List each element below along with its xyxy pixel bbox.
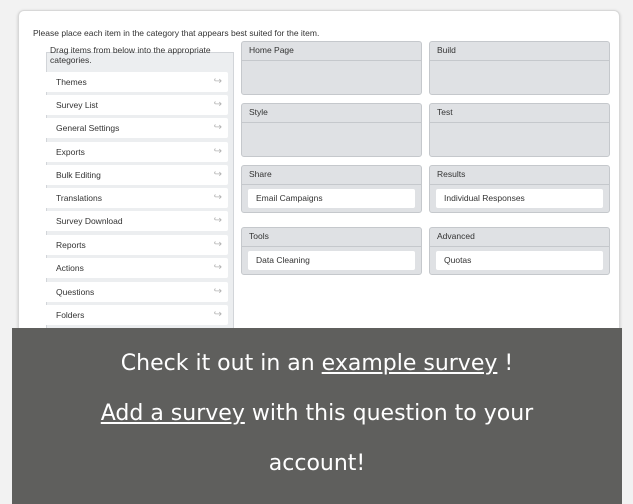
- bucket-title: Advanced: [430, 228, 609, 247]
- source-item-label: General Settings: [56, 123, 120, 133]
- move-arrow-icon: ↪: [213, 169, 222, 180]
- source-item-label: Themes: [56, 77, 87, 87]
- source-item-label: Folders: [56, 310, 85, 320]
- bucket-test[interactable]: Test: [429, 103, 610, 157]
- promo-text: Check it out in an: [120, 351, 322, 376]
- source-item-label: Exports: [56, 147, 85, 157]
- move-arrow-icon: ↪: [213, 286, 222, 297]
- promo-line-2: Add a survey with this question to your: [12, 401, 622, 426]
- bucket-item-individual-responses[interactable]: Individual Responses: [436, 189, 603, 208]
- bucket-item-email-campaigns[interactable]: Email Campaigns: [248, 189, 415, 208]
- bucket-item-quotas[interactable]: Quotas: [436, 251, 603, 270]
- promo-line-1: Check it out in an example survey !: [12, 351, 622, 376]
- bucket-home-page[interactable]: Home Page: [241, 41, 422, 95]
- source-item-actions[interactable]: Actions ↪: [44, 258, 228, 278]
- source-item-translations[interactable]: Translations ↪: [44, 188, 228, 208]
- bucket-title: Style: [242, 104, 421, 123]
- source-item-questions[interactable]: Questions ↪: [44, 282, 228, 302]
- source-item-survey-download[interactable]: Survey Download ↪: [44, 211, 228, 231]
- bucket-share[interactable]: Share Email Campaigns: [241, 165, 422, 213]
- promo-overlay: Check it out in an example survey ! Add …: [12, 328, 622, 504]
- promo-text: with this question to your: [244, 401, 534, 426]
- question-instruction: Please place each item in the category t…: [33, 28, 320, 38]
- source-item-label: Survey List: [56, 100, 99, 110]
- source-panel-header: Drag items from below into the appropria…: [50, 45, 211, 65]
- move-arrow-icon: ↪: [213, 215, 222, 226]
- bucket-title: Test: [430, 104, 609, 123]
- move-arrow-icon: ↪: [213, 192, 222, 203]
- bucket-item-data-cleaning[interactable]: Data Cleaning: [248, 251, 415, 270]
- move-arrow-icon: ↪: [213, 239, 222, 250]
- bucket-title: Share: [242, 166, 421, 185]
- source-item-exports[interactable]: Exports ↪: [44, 142, 228, 162]
- source-item-survey-list[interactable]: Survey List ↪: [44, 95, 228, 115]
- move-arrow-icon: ↪: [213, 99, 222, 110]
- source-item-bulk-editing[interactable]: Bulk Editing ↪: [44, 165, 228, 185]
- source-item-label: Reports: [56, 240, 86, 250]
- bucket-tools[interactable]: Tools Data Cleaning: [241, 227, 422, 275]
- promo-line-3: account!: [268, 451, 366, 476]
- bucket-title: Results: [430, 166, 609, 185]
- bucket-title: Tools: [242, 228, 421, 247]
- source-item-themes[interactable]: Themes ↪: [44, 72, 228, 92]
- source-item-reports[interactable]: Reports ↪: [44, 235, 228, 255]
- example-survey-link[interactable]: example survey: [322, 351, 498, 376]
- bucket-results[interactable]: Results Individual Responses: [429, 165, 610, 213]
- promo-text: !: [497, 351, 514, 376]
- source-item-label: Questions: [56, 287, 95, 297]
- source-item-label: Survey Download: [56, 216, 123, 226]
- source-item-general-settings[interactable]: General Settings ↪: [44, 118, 228, 138]
- source-item-label: Actions: [56, 263, 84, 273]
- bucket-title: Home Page: [242, 42, 421, 61]
- bucket-build[interactable]: Build: [429, 41, 610, 95]
- move-arrow-icon: ↪: [213, 262, 222, 273]
- source-item-label: Bulk Editing: [56, 170, 101, 180]
- bucket-advanced[interactable]: Advanced Quotas: [429, 227, 610, 275]
- source-item-folders[interactable]: Folders ↪: [44, 305, 228, 325]
- move-arrow-icon: ↪: [213, 122, 222, 133]
- move-arrow-icon: ↪: [213, 146, 222, 157]
- move-arrow-icon: ↪: [213, 309, 222, 320]
- bucket-style[interactable]: Style: [241, 103, 422, 157]
- add-survey-link[interactable]: Add a survey: [101, 401, 245, 426]
- move-arrow-icon: ↪: [213, 76, 222, 87]
- bucket-title: Build: [430, 42, 609, 61]
- source-item-label: Translations: [56, 193, 102, 203]
